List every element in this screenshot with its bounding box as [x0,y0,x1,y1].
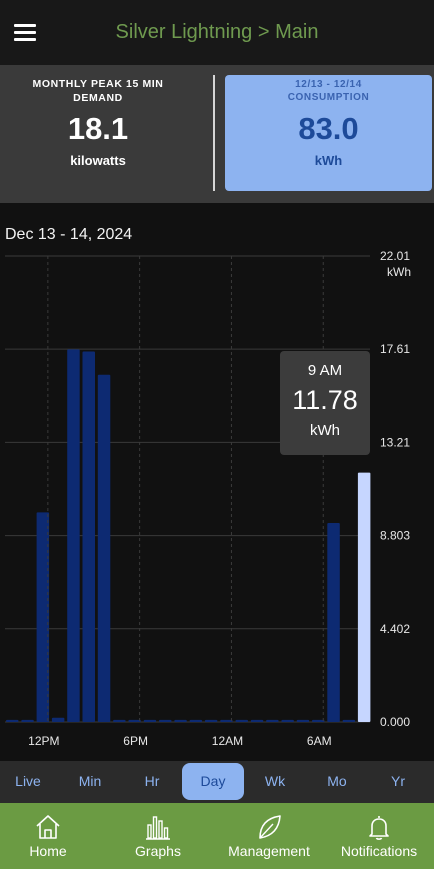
bell-icon [369,816,389,840]
app-root: Silver Lightning > Main MONTHLY PEAK 15 … [0,0,434,869]
bottom-nav: Home Graphs Management Notifications [0,803,434,869]
nav-management-label: Management [228,843,310,859]
consumption-card[interactable]: 12/13 - 12/14 CONSUMPTION 83.0 kWh [225,75,432,191]
x-tick-label: 12AM [212,734,243,748]
chart-bar[interactable] [36,512,50,722]
chart-bar[interactable] [82,351,96,722]
nav-notifications-label: Notifications [340,843,418,859]
tooltip-time: 9 AM [308,362,342,379]
chart-bar[interactable] [51,717,65,722]
chart-bar[interactable] [97,374,111,722]
x-tick-label: 6AM [307,734,332,748]
nav-notifications[interactable]: Notifications [325,803,433,869]
chart-bar[interactable] [250,719,264,722]
tab-min[interactable]: Min [59,763,121,800]
y-unit-label: kWh [387,265,411,279]
nav-management[interactable]: Management [215,803,323,869]
consumption-value: 83.0 [298,111,359,146]
tab-wk[interactable]: Wk [244,763,306,800]
consumption-date-range: 12/13 - 12/14 [295,79,362,90]
tooltip-unit: kWh [310,422,340,439]
x-tick-label: 12PM [28,734,59,748]
chart-bar[interactable] [113,719,126,722]
chart-bar[interactable] [342,719,356,722]
chart-bar[interactable] [21,719,34,722]
chart-bar[interactable] [235,719,249,722]
chart-bar[interactable] [266,719,279,722]
leaf-icon [259,815,281,839]
tab-mo[interactable]: Mo [306,763,368,800]
chart-bar[interactable] [159,719,172,722]
tab-live[interactable]: Live [0,763,59,800]
chart-bar[interactable] [327,522,340,722]
usage-chart[interactable]: Dec 13 - 14, 2024 22.01 17.61 13.21 8.803 4.… [0,203,434,761]
bar-chart-icon [146,816,170,840]
chart-bar[interactable] [220,719,233,722]
chart-bar[interactable] [143,719,157,722]
chart-bar[interactable] [67,349,80,722]
y-tick-label: 17.61 [380,342,410,356]
nav-home-label: Home [29,843,67,859]
y-tick-label: 8.803 [380,529,410,543]
chart-bar[interactable] [312,719,325,722]
tooltip-value: 11.78 [292,385,358,415]
tab-yr[interactable]: Yr [367,763,429,800]
consumption-unit: kWh [314,153,343,168]
chart-bar[interactable] [189,719,203,722]
nav-home[interactable]: Home [0,803,102,869]
peak-demand-value: 18.1 [67,111,129,146]
peak-demand-label: MONTHLY PEAK 15 MIN DEMAND [32,78,164,104]
summary-panel: MONTHLY PEAK 15 MIN DEMAND 18.1 kilowatt… [0,65,434,203]
y-tick-label: 13.21 [380,435,410,449]
peak-demand-unit: kilowatts [70,153,126,168]
chart-bar[interactable] [6,719,19,722]
tab-day[interactable]: Day [182,763,244,800]
summary-divider [213,75,215,191]
y-tick-label: 22.01 [380,249,410,263]
range-tab-bar: Live Min Hr Day Wk Mo Yr [0,761,434,803]
top-bar: Silver Lightning > Main [0,0,434,65]
chart-bar[interactable] [296,719,310,722]
nav-graphs[interactable]: Graphs [104,803,212,869]
tab-hr[interactable]: Hr [121,763,183,800]
y-tick-label: 4.402 [380,622,410,636]
page-title: Silver Lightning > Main [115,21,319,43]
chart-bar[interactable] [174,719,187,722]
y-tick-label: 0.000 [380,715,410,729]
x-tick-label: 6PM [123,734,148,748]
nav-graphs-label: Graphs [135,843,181,859]
chart-bar[interactable] [281,719,294,722]
peak-demand-card[interactable]: MONTHLY PEAK 15 MIN DEMAND 18.1 kilowatt… [0,65,196,203]
chart-canvas[interactable]: 22.01 17.61 13.21 8.803 4.402 0.000 kWh 12PM 6PM… [0,203,434,761]
selected-bar[interactable] [357,472,371,722]
chart-bar[interactable] [204,719,218,722]
chart-bar[interactable] [128,719,141,722]
consumption-label: CONSUMPTION [287,92,370,103]
home-icon [36,815,60,839]
